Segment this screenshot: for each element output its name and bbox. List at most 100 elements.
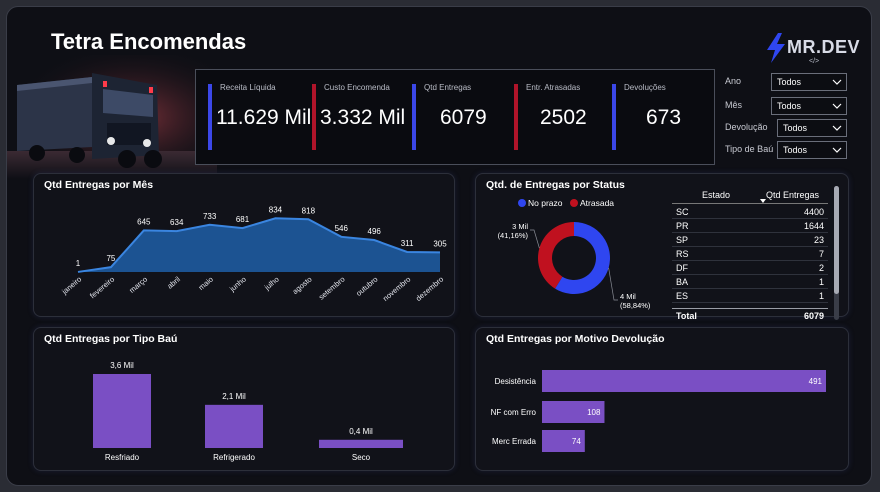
kpi-label: Receita Líquida (220, 83, 276, 92)
kpi-label: Entr. Atrasadas (526, 83, 581, 92)
column-header-qtd[interactable]: Qtd Entregas (766, 190, 819, 200)
y-tick-label: Merc Errada (492, 437, 537, 446)
filter-ano-select[interactable]: Todos (771, 73, 847, 91)
dashboard-frame: Tetra Encomendas MR.DEV </> Receita Líqu… (6, 6, 872, 486)
leader-line (530, 229, 540, 249)
x-tick-label: maio (197, 275, 215, 292)
scrollbar-thumb[interactable] (834, 186, 839, 294)
table-row: ES 1 (672, 290, 828, 303)
x-tick-label: junho (227, 275, 248, 294)
table-row: RS 7 (672, 248, 828, 261)
kpi-devolucoes: Devoluções 673 (612, 80, 708, 156)
data-label: 834 (269, 205, 283, 214)
x-tick-label: janeiro (59, 275, 83, 297)
filter-mes: Mês Todos (721, 97, 851, 115)
truck-illustration (7, 55, 217, 179)
data-label: 491 (809, 377, 823, 386)
filter-tipo-bau: Tipo de Baú Todos (721, 141, 851, 159)
table-row: DF 2 (672, 262, 828, 275)
filter-devolucao: Devolução Todos (721, 119, 851, 137)
donut-slice (538, 222, 574, 289)
filter-label: Mês (725, 100, 743, 110)
data-label: 311 (401, 239, 414, 248)
y-tick-label: NF com Erro (491, 408, 537, 417)
cell-estado: BA (676, 277, 689, 287)
table-row: PR 1644 (672, 220, 828, 233)
cell-estado: SP (676, 235, 689, 245)
kpi-value: 2502 (540, 106, 587, 129)
x-tick-label: Refrigerado (213, 453, 255, 462)
panel-title: Qtd. de Entregas por Status (486, 179, 625, 191)
data-label: 1 (76, 259, 81, 268)
filter-panel: Ano Todos Mês Todos Devolução Todos Tipo… (721, 69, 851, 163)
cell-qtd: 23 (813, 235, 824, 245)
kpi-receita: Receita Líquida 11.629 Mil (208, 80, 311, 156)
table-row: SC 4400 (672, 206, 828, 219)
x-tick-label: Resfriado (105, 453, 140, 462)
filter-value: Todos (783, 123, 808, 133)
table-scrollbar[interactable] (834, 186, 839, 320)
panel-entregas-mes: Qtd Entregas por Mês 1 75 645 634 733 681 834 8… (33, 173, 455, 317)
filter-tipo-bau-select[interactable]: Todos (777, 141, 847, 159)
kpi-color-bar (514, 84, 518, 150)
hbar-chart: Desistência 491 NF com Erro 108 Merc Errada 7… (491, 370, 826, 452)
x-tick-label: julho (262, 275, 281, 293)
estado-table: Estado Qtd Entregas SC 4400 PR 1644 SP 23 RS 7 D… (672, 186, 839, 321)
y-tick-label: Desistência (495, 377, 537, 386)
kpi-entregas: Qtd Entregas 6079 (412, 80, 508, 156)
data-label: 681 (236, 215, 250, 224)
chevron-down-icon (832, 103, 842, 109)
data-label: 75 (106, 254, 115, 263)
data-label: 3,6 Mil (110, 361, 134, 370)
kpi-value: 3.332 Mil (320, 106, 406, 129)
kpi-color-bar (312, 84, 316, 150)
filter-ano: Ano Todos (721, 73, 851, 91)
slice-label: 4 Mil (620, 292, 636, 301)
code-icon: </> (809, 58, 820, 65)
bar-chart: 3,6 Mil Resfriado 2,1 Mil Refrigerado 0,4 Mi… (93, 361, 403, 462)
cell-qtd: 7 (818, 249, 824, 259)
kpi-color-bar (208, 84, 212, 150)
legend-label: No prazo (528, 198, 563, 208)
kpi-atrasadas: Entr. Atrasadas 2502 (514, 80, 610, 156)
x-tick-label: novembro (381, 275, 412, 303)
cell-qtd: 1 (818, 277, 824, 287)
bar (319, 439, 403, 448)
data-label: 305 (433, 239, 447, 248)
page-title: Tetra Encomendas (51, 29, 247, 54)
data-label: 634 (170, 218, 184, 227)
donut-chart: No prazo Atrasada 4 Mil(58,84%) 3 Mil(41,16… (498, 198, 651, 310)
chevron-down-icon (832, 125, 842, 131)
legend-marker (570, 199, 578, 207)
data-label: 496 (368, 227, 382, 236)
table-header: Estado Qtd Entregas (672, 186, 828, 204)
brand-logo: MR.DEV </> (765, 31, 860, 67)
x-tick-label: dezembro (414, 275, 445, 303)
filter-mes-select[interactable]: Todos (771, 97, 847, 115)
table-row: SP 23 (672, 234, 828, 247)
panel-entregas-motivo: Qtd Entregas por Motivo Devolução Desist… (475, 327, 849, 471)
x-tick-label: março (127, 275, 149, 295)
data-label: 818 (302, 206, 316, 215)
kpi-cards: Receita Líquida 11.629 Mil Custo Encomen… (195, 69, 715, 165)
lightning-icon (767, 33, 785, 63)
cell-qtd: 1 (818, 291, 824, 301)
panel-title: Qtd Entregas por Motivo Devolução (486, 333, 665, 345)
column-header-estado[interactable]: Estado (702, 190, 730, 200)
data-label: 546 (335, 224, 349, 233)
slice-pct: (41,16%) (498, 231, 529, 240)
kpi-value: 11.629 Mil (216, 106, 312, 129)
sort-desc-icon (760, 199, 766, 203)
filter-devolucao-select[interactable]: Todos (777, 119, 847, 137)
legend-marker (518, 199, 526, 207)
kpi-label: Qtd Entregas (424, 83, 472, 92)
cell-estado: ES (676, 291, 689, 301)
panel-entregas-tipo-bau: Qtd Entregas por Tipo Baú 3,6 Mil Resfria… (33, 327, 455, 471)
x-tick-label: fevereiro (88, 275, 116, 301)
kpi-custo: Custo Encomenda 3.332 Mil (312, 80, 408, 156)
kpi-color-bar (412, 84, 416, 150)
x-tick-label: abril (165, 274, 182, 290)
cell-estado: RS (676, 249, 689, 259)
data-label: 108 (587, 408, 601, 417)
panel-entregas-status: Qtd. de Entregas por Status No prazo Atra… (475, 173, 849, 321)
